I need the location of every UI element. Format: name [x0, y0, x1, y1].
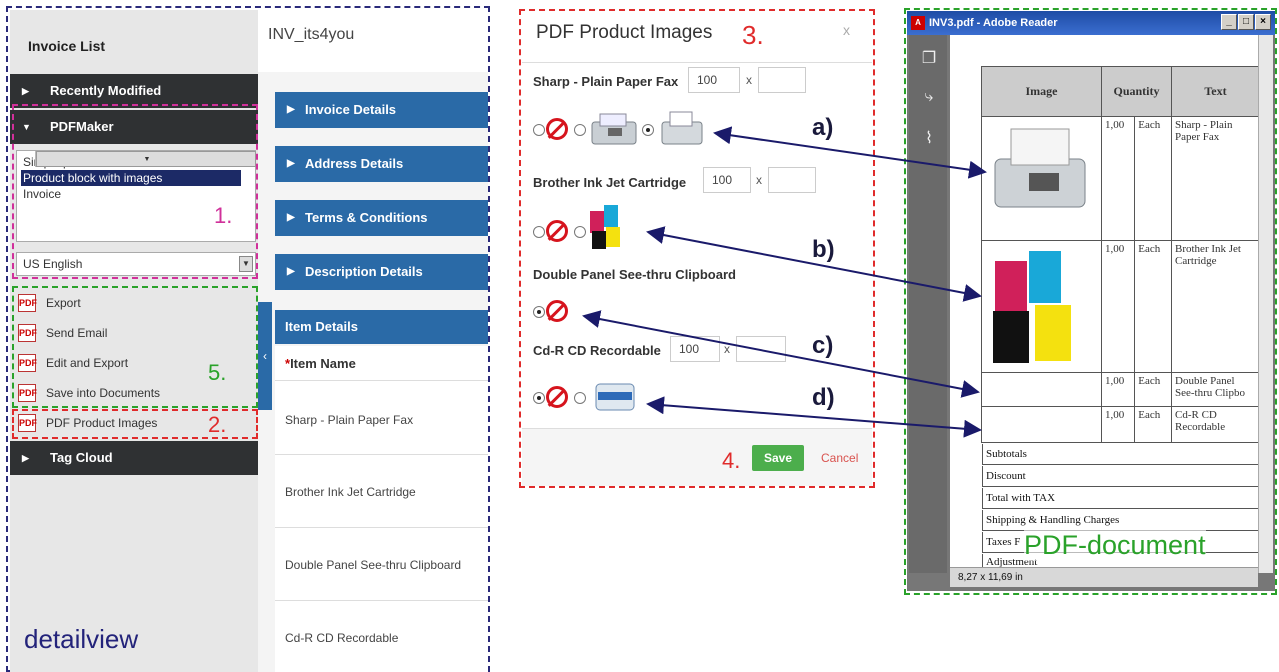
- arrow-b: [646, 226, 982, 302]
- arrow-a: [713, 126, 987, 179]
- arrow-c: [582, 310, 980, 398]
- arrow-d: [646, 396, 982, 438]
- connector-arrows: [582, 126, 987, 438]
